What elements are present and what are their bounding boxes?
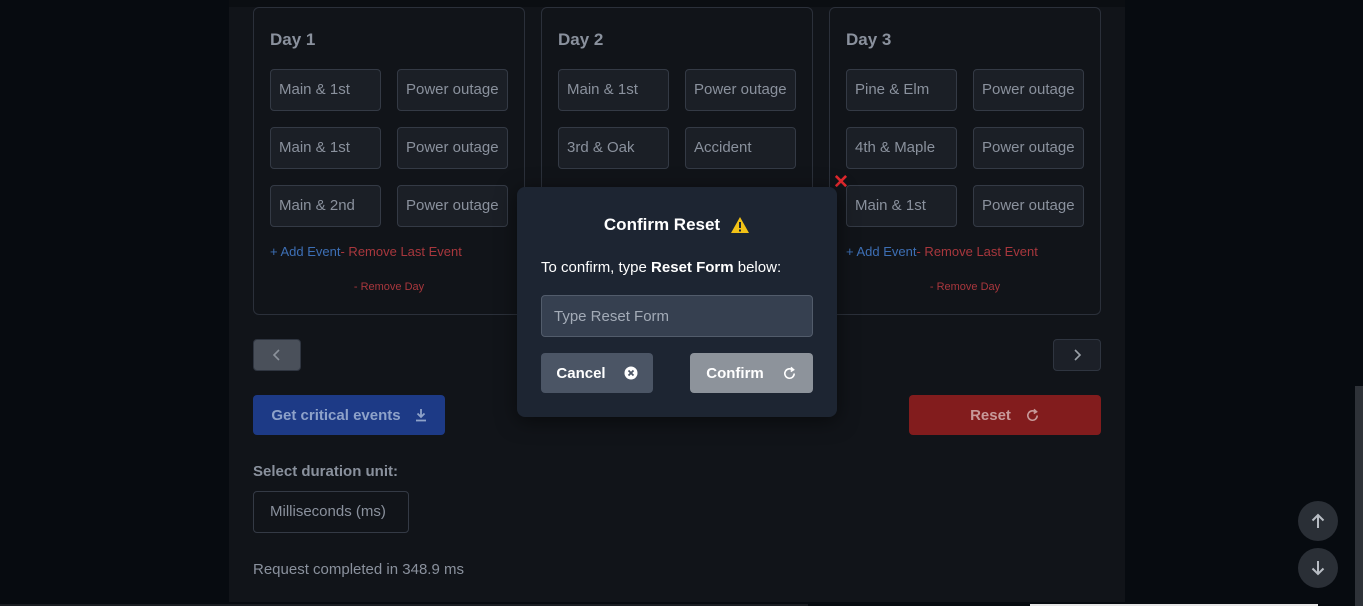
event-actions: + Add Event- Remove Last Event [846,244,1038,259]
warning-icon [731,217,750,233]
duration-unit-select[interactable]: Milliseconds (ms) [253,491,409,533]
remove-day-link[interactable]: - Remove Day [254,281,524,293]
instructions-keyword: Reset Form [651,259,734,276]
instructions-prefix: To confirm, type [541,259,652,276]
refresh-icon [1026,408,1038,421]
instructions-suffix: below: [733,259,782,276]
event-type-field[interactable]: Power outage [973,127,1084,169]
event-type-field[interactable]: Power outage [397,185,508,227]
scroll-up-button[interactable] [1298,501,1338,541]
prev-day-button[interactable] [253,339,301,371]
cancel-button[interactable]: Cancel [541,353,653,393]
event-location-field[interactable]: Main & 1st [270,127,381,169]
event-type-field[interactable]: Power outage [973,185,1084,227]
chevron-left-icon [272,349,280,361]
refresh-icon [783,366,795,379]
day-title: Day 1 [270,30,316,49]
duration-unit-label: Select duration unit: [253,463,399,480]
download-icon [415,409,426,422]
confirm-text-input[interactable] [541,295,813,337]
reset-button-label: Reset [970,406,1011,424]
day-card-3: Day 3 Pine & Elm Power outage 4th & Mapl… [829,7,1101,315]
day-title: Day 3 [846,30,892,49]
next-day-button[interactable] [1053,339,1101,371]
event-location-field[interactable]: 3rd & Oak [558,127,669,169]
day-title: Day 2 [558,30,604,49]
event-location-field[interactable]: 4th & Maple [846,127,957,169]
page: Day 1 Main & 1st Power outage Main & 1st… [0,0,1363,606]
add-event-link[interactable]: + Add Event [270,244,340,259]
remove-last-event-link[interactable]: - Remove Last Event [916,244,1037,259]
add-event-link[interactable]: + Add Event [846,244,916,259]
cancel-button-label: Cancel [556,364,606,382]
get-critical-events-button[interactable]: Get critical events [253,395,445,435]
scroll-down-button[interactable] [1298,548,1338,588]
circle-x-icon [624,366,638,380]
dialog-title: Confirm Reset [517,215,837,235]
arrow-down-icon [1311,561,1325,576]
confirm-button[interactable]: Confirm [690,353,813,393]
dialog-title-text: Confirm Reset [603,215,721,234]
confirm-button-label: Confirm [706,364,764,382]
event-location-field[interactable]: Main & 1st [846,185,957,227]
confirm-reset-dialog: Confirm Reset To confirm, type Reset For… [517,187,837,417]
event-location-field[interactable]: Main & 1st [558,69,669,111]
event-location-field[interactable]: Pine & Elm [846,69,957,111]
page-scrollbar-thumb[interactable] [1355,386,1363,606]
event-type-field[interactable]: Power outage [973,69,1084,111]
remove-last-event-link[interactable]: - Remove Last Event [340,244,461,259]
close-icon[interactable]: ✕ [833,173,849,192]
remove-day-link[interactable]: - Remove Day [830,281,1100,293]
request-status-text: Request completed in 348.9 ms [253,561,464,578]
chevron-right-icon [1074,349,1082,361]
event-type-field[interactable]: Power outage [685,69,796,111]
panel-top-edge [229,0,1125,7]
event-actions: + Add Event- Remove Last Event [270,244,462,259]
event-location-field[interactable]: Main & 2nd [270,185,381,227]
event-type-field[interactable]: Power outage [397,69,508,111]
arrow-up-icon [1311,513,1325,528]
critical-button-label: Get critical events [271,406,401,424]
day-card-1: Day 1 Main & 1st Power outage Main & 1st… [253,7,525,315]
event-type-field[interactable]: Power outage [397,127,508,169]
event-type-field[interactable]: Accident [685,127,796,169]
reset-button[interactable]: Reset [909,395,1101,435]
event-location-field[interactable]: Main & 1st [270,69,381,111]
dialog-instructions: To confirm, type Reset Form below: [541,259,781,276]
